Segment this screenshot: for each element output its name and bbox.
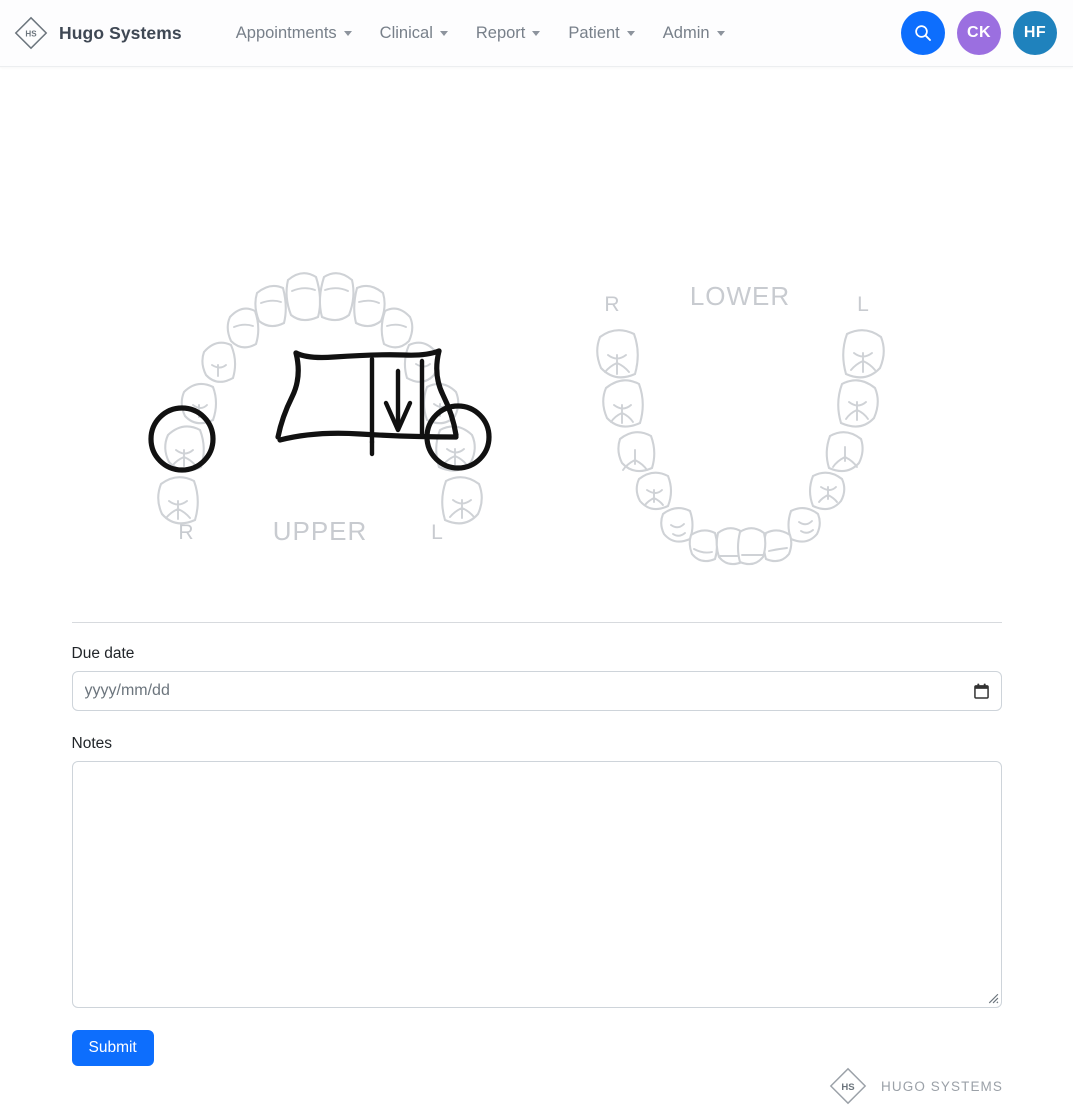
search-button[interactable] bbox=[901, 11, 945, 55]
nav-item-label: Appointments bbox=[235, 23, 337, 42]
nav-item-patient[interactable]: Patient bbox=[554, 16, 648, 51]
svg-text:HS: HS bbox=[841, 1082, 854, 1093]
brand-home-link[interactable]: HS Hugo Systems bbox=[12, 14, 182, 52]
dental-chart-lower[interactable]: LOWER R L bbox=[560, 257, 960, 587]
avatar-hf[interactable]: HF bbox=[1013, 11, 1057, 55]
nav-item-label: Clinical bbox=[379, 23, 433, 42]
arch-label-lower: LOWER bbox=[690, 281, 790, 311]
search-icon bbox=[915, 25, 931, 41]
dental-chart-area: UPPER R L LOWER R L bbox=[0, 67, 1073, 622]
arch-side-right-lower: R bbox=[604, 293, 619, 316]
due-date-label: Due date bbox=[71, 645, 135, 662]
arch-side-right-upper: R bbox=[178, 521, 193, 544]
top-navbar: HS Hugo Systems Appointments Clinical Re… bbox=[0, 0, 1073, 67]
nav-item-label: Patient bbox=[568, 23, 620, 42]
avatar-initials: CK bbox=[966, 24, 992, 41]
nav-item-label: Report bbox=[475, 23, 526, 42]
due-date-input[interactable] bbox=[71, 671, 1002, 711]
brand-name: Hugo Systems bbox=[59, 22, 182, 43]
arch-side-left-lower: L bbox=[857, 293, 869, 316]
chevron-down-icon bbox=[716, 30, 725, 36]
due-date-field-wrap bbox=[71, 671, 1002, 711]
arch-side-left-upper: L bbox=[431, 521, 443, 544]
nav-item-report[interactable]: Report bbox=[462, 16, 555, 51]
notes-field-wrap bbox=[71, 761, 1002, 1008]
notes-textarea[interactable] bbox=[71, 761, 1002, 1008]
footer-diamond-logo-icon: HS bbox=[829, 1067, 867, 1105]
section-divider bbox=[71, 622, 1002, 623]
svg-text:HS: HS bbox=[25, 29, 37, 38]
chevron-down-icon bbox=[532, 30, 541, 36]
primary-nav: Appointments Clinical Report Patient Adm… bbox=[222, 16, 739, 51]
form-container: Due date Notes Submit bbox=[71, 622, 1002, 1066]
arch-label-upper: UPPER bbox=[273, 516, 368, 546]
dental-chart-upper[interactable]: UPPER R L bbox=[120, 257, 520, 587]
notes-label: Notes bbox=[71, 735, 113, 752]
chevron-down-icon bbox=[439, 30, 448, 36]
nav-item-admin[interactable]: Admin bbox=[649, 16, 739, 51]
chevron-down-icon bbox=[626, 30, 635, 36]
avatar-ck[interactable]: CK bbox=[957, 11, 1001, 55]
navbar-actions: CK HF bbox=[901, 11, 1057, 55]
footer-branding: HS HUGO SYSTEMS bbox=[827, 1065, 1003, 1107]
diamond-logo-icon: HS bbox=[14, 16, 48, 50]
chevron-down-icon bbox=[343, 30, 352, 36]
submit-button[interactable]: Submit bbox=[71, 1030, 154, 1066]
nav-item-label: Admin bbox=[662, 23, 710, 42]
nav-item-clinical[interactable]: Clinical bbox=[366, 16, 462, 51]
avatar-initials: HF bbox=[1023, 24, 1047, 41]
footer-brand-name: HUGO SYSTEMS bbox=[881, 1078, 1003, 1094]
nav-item-appointments[interactable]: Appointments bbox=[222, 16, 366, 51]
